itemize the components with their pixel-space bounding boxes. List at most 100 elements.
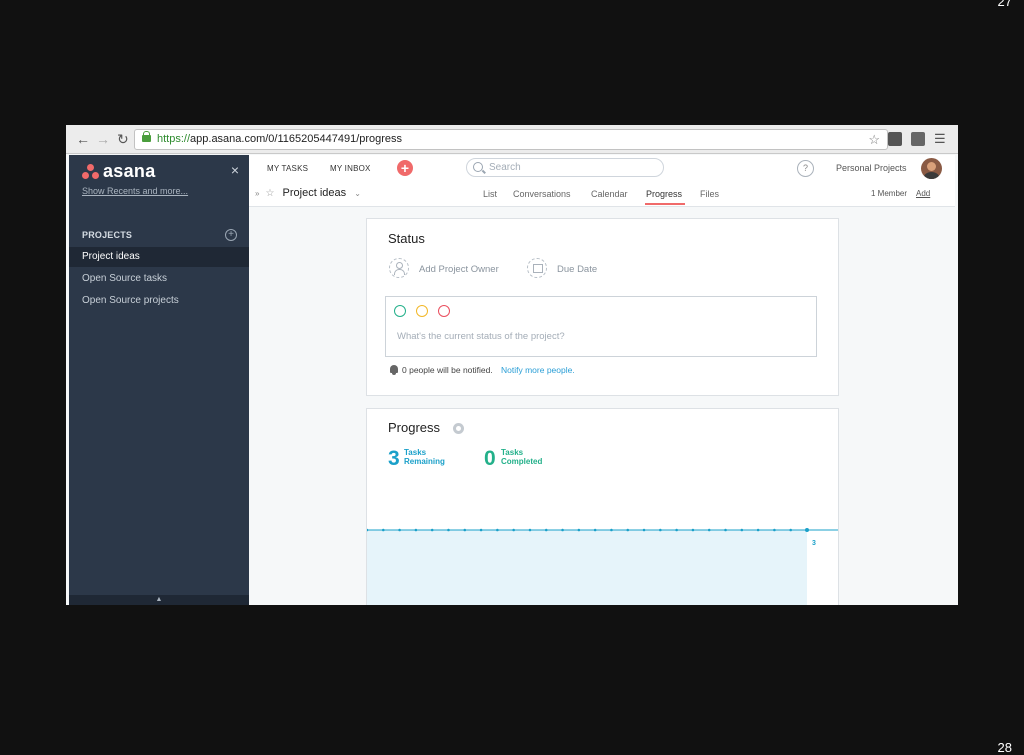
data-point	[626, 528, 630, 532]
data-point	[577, 528, 581, 532]
data-point	[414, 528, 418, 532]
pocket-icon[interactable]	[888, 132, 902, 146]
due-date[interactable]: Due Date	[557, 264, 597, 275]
data-point	[528, 528, 532, 532]
bell-icon	[390, 365, 398, 375]
data-point	[789, 528, 793, 532]
data-point	[675, 528, 678, 532]
data-point	[659, 528, 662, 532]
reload-icon[interactable]: ↻	[117, 131, 129, 147]
quick-add-button[interactable]: +	[397, 160, 413, 176]
data-point	[430, 528, 434, 532]
data-point	[691, 528, 695, 532]
project-owner-icon[interactable]	[389, 258, 409, 278]
data-point	[544, 528, 548, 532]
favorite-star-icon[interactable]: ☆	[266, 188, 275, 199]
logo-text: asana	[103, 161, 156, 181]
tab-files[interactable]: Files	[700, 189, 719, 199]
asana-logo-icon	[82, 164, 100, 180]
search-placeholder: Search	[489, 162, 521, 173]
close-sidebar-icon[interactable]: ×	[231, 162, 239, 178]
help-icon[interactable]: ?	[797, 160, 814, 177]
add-project-owner[interactable]: Add Project Owner	[419, 264, 499, 275]
my-tasks-link[interactable]: MY TASKS	[267, 164, 308, 173]
menu-icon[interactable]: ☰	[934, 131, 946, 147]
browser-toolbar: ← → ↻ https://app.asana.com/0/1165205447…	[66, 125, 958, 154]
project-header: » ☆ Project ideas ⌄ List Conversations C…	[249, 181, 955, 207]
chart-end-label: 3	[812, 540, 816, 547]
slide-number-bottom: 28	[997, 740, 1012, 755]
extension-icon[interactable]	[911, 132, 925, 146]
status-input[interactable]: What's the current status of the project…	[385, 296, 817, 357]
data-point	[740, 528, 744, 532]
data-point	[447, 528, 450, 532]
data-point	[756, 528, 760, 532]
progress-card: Progress 3 Tasks Remaining 0 Tasks Compl…	[366, 408, 839, 605]
tasks-completed-count: 0	[484, 447, 496, 470]
sidebar-item-open-source-tasks[interactable]: Open Source tasks	[69, 269, 249, 289]
gear-icon[interactable]	[453, 423, 464, 434]
search-input[interactable]: Search	[466, 158, 664, 177]
data-point	[463, 528, 467, 532]
add-member-link[interactable]: Add	[916, 189, 930, 198]
data-point	[479, 528, 483, 532]
search-icon	[473, 162, 483, 172]
tab-conversations[interactable]: Conversations	[513, 189, 571, 199]
tab-progress[interactable]: Progress	[646, 189, 682, 199]
top-bar: MY TASKS MY INBOX + Search ? Personal Pr…	[249, 155, 955, 181]
tasks-remaining-label-1: Tasks	[404, 448, 427, 457]
burnup-chart	[367, 528, 838, 532]
projects-heading: PROJECTS	[82, 230, 133, 240]
member-count[interactable]: 1 Member	[871, 189, 907, 198]
calendar-icon[interactable]	[527, 258, 547, 278]
collapse-icon[interactable]: »	[255, 189, 259, 198]
forward-arrow-icon[interactable]: →	[96, 131, 110, 147]
data-point	[642, 528, 646, 532]
show-recents-link[interactable]: Show Recents and more...	[82, 186, 188, 196]
add-project-icon[interactable]: +	[225, 229, 237, 241]
status-placeholder: What's the current status of the project…	[397, 331, 565, 342]
active-tab-indicator	[645, 203, 685, 205]
notify-text: 0 people will be notified.	[402, 365, 493, 375]
notify-more-link[interactable]: Notify more people.	[501, 365, 575, 375]
bookmark-star-icon[interactable]: ☆	[868, 130, 880, 149]
project-title[interactable]: Project ideas	[283, 187, 347, 199]
url-text: https://app.asana.com/0/1165205447491/pr…	[157, 133, 403, 145]
status-yellow-button[interactable]	[416, 305, 428, 317]
status-title: Status	[388, 231, 425, 246]
data-point	[593, 528, 597, 532]
data-point	[773, 528, 776, 532]
my-inbox-link[interactable]: MY INBOX	[330, 164, 371, 173]
data-point	[496, 528, 499, 532]
tasks-completed-label-1: Tasks	[501, 448, 524, 457]
data-point	[610, 528, 613, 532]
data-point	[398, 528, 401, 532]
slide-number-top: 27	[997, 0, 1012, 9]
progress-title: Progress	[388, 420, 441, 435]
data-point	[707, 528, 711, 532]
status-red-button[interactable]	[438, 305, 450, 317]
data-point	[805, 528, 809, 532]
data-point	[512, 528, 515, 532]
tasks-remaining-count: 3	[388, 447, 400, 470]
data-point	[561, 528, 564, 532]
data-point	[724, 528, 727, 532]
project-title-wrap: » ☆ Project ideas ⌄	[255, 187, 364, 199]
status-card: Status Add Project Owner Due Date What's…	[366, 218, 839, 396]
address-bar[interactable]: https://app.asana.com/0/1165205447491/pr…	[134, 129, 888, 150]
tab-list[interactable]: List	[483, 189, 497, 199]
chevron-down-icon[interactable]: ⌄	[354, 189, 361, 198]
data-point	[381, 528, 385, 532]
back-arrow-icon[interactable]: ←	[76, 131, 90, 147]
tab-calendar[interactable]: Calendar	[591, 189, 628, 199]
sidebar-footer-toggle[interactable]: ▲	[69, 595, 249, 605]
avatar[interactable]	[921, 158, 942, 179]
sidebar-item-open-source-projects[interactable]: Open Source projects	[69, 291, 249, 311]
data-point	[367, 528, 369, 532]
workspace-switcher[interactable]: Personal Projects	[836, 163, 907, 173]
sidebar: asana × Show Recents and more... PROJECT…	[69, 155, 249, 605]
sidebar-item-project-ideas[interactable]: Project ideas	[69, 247, 249, 267]
browser-window: ← → ↻ https://app.asana.com/0/1165205447…	[66, 125, 958, 605]
status-green-button[interactable]	[394, 305, 406, 317]
tasks-remaining-label-2: Remaining	[404, 457, 445, 466]
